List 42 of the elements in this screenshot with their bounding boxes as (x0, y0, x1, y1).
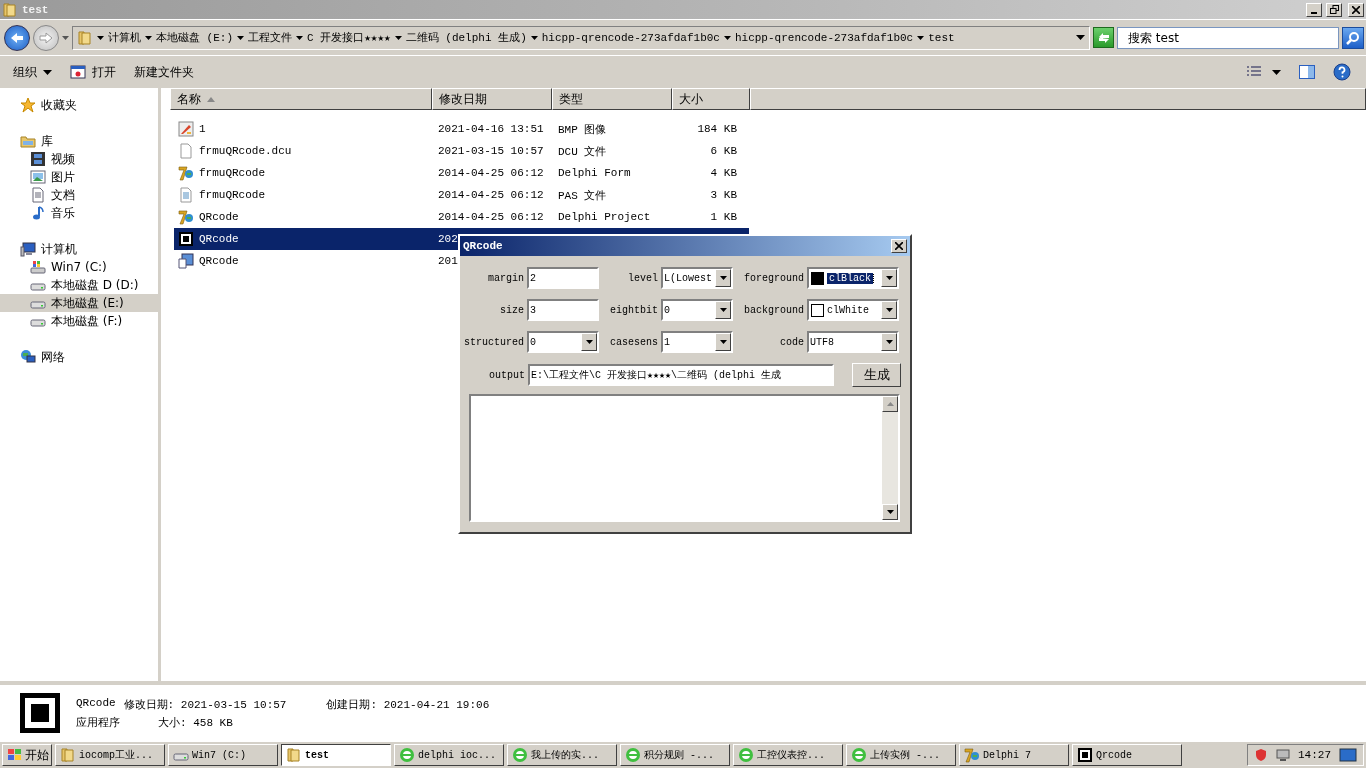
field-label: eightbit (609, 304, 658, 316)
window-title: test (22, 3, 49, 16)
dialog-title: QRcode (463, 240, 503, 252)
field-label: foreground (743, 272, 804, 284)
date-cell: 202 (438, 233, 458, 245)
date-cell: 2014-04-25 06:12 (438, 211, 544, 223)
date-cell: 2014-04-25 06:12 (438, 167, 544, 179)
field-label: output (488, 369, 525, 381)
field-label: casesens (609, 336, 658, 348)
file-name: QRcode (199, 233, 239, 245)
file-name: frmuQRcode.dcu (199, 145, 292, 157)
created-date: 创建日期: 2021-04-21 19:06 (326, 697, 491, 712)
field-label: background (743, 304, 804, 316)
size-cell: 4 KB (710, 167, 737, 179)
file-name: frmuQRcode (199, 167, 265, 179)
field-label: code (779, 336, 804, 348)
field-label: structured (463, 336, 524, 348)
type-cell: DCU 文件 (558, 145, 607, 158)
size-cell: 3 KB (710, 189, 737, 201)
file-name: frmuQRcode (199, 189, 265, 201)
type-cell: Delphi Form (558, 167, 631, 179)
modified-date: 修改日期: 2021-03-15 10:57 (123, 697, 287, 712)
file-name: QRcode (76, 696, 116, 711)
field-label: margin (487, 272, 524, 284)
file-size: 大小: 458 KB (158, 715, 233, 730)
type-cell: Delphi Project (558, 211, 651, 223)
clock: 14:27 (1298, 749, 1331, 761)
date-cell: 2021-04-16 13:51 (438, 123, 544, 135)
date-cell: 201 (438, 255, 458, 267)
field-label: size (499, 304, 524, 316)
file-name: 1 (199, 123, 206, 135)
size-cell: 6 KB (710, 145, 737, 157)
size-cell: 184 KB (697, 123, 737, 135)
file-type: 应用程序 (76, 715, 121, 730)
date-cell: 2021-03-15 10:57 (438, 145, 544, 157)
type-cell: BMP 图像 (558, 123, 607, 136)
file-name: QRcode (199, 255, 239, 267)
size-cell: 1 KB (710, 211, 737, 223)
field-label: level (627, 272, 658, 284)
type-cell: PAS 文件 (558, 189, 607, 202)
file-name: QRcode (199, 211, 239, 223)
date-cell: 2014-04-25 06:12 (438, 189, 544, 201)
